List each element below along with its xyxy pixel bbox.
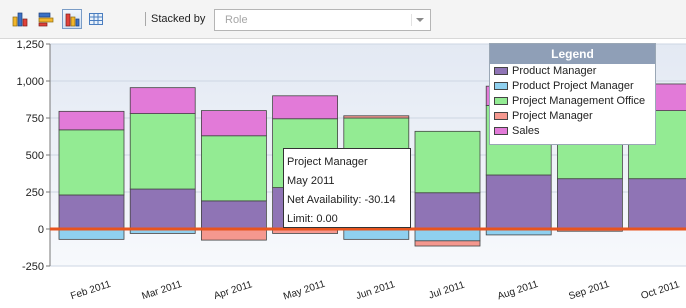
legend-swatch xyxy=(494,127,508,135)
y-tick-label: 250 xyxy=(26,187,44,199)
legend-item: Project Manager xyxy=(490,109,655,124)
legend-item: Project Management Office xyxy=(490,94,655,109)
legend-swatch xyxy=(494,82,508,90)
x-tick-label: Sep 2011 xyxy=(567,279,611,303)
stacked-by-value: Role xyxy=(225,14,248,26)
bar-segment[interactable] xyxy=(58,194,125,230)
stacked-chart-button[interactable] xyxy=(36,9,56,29)
bar-segment[interactable] xyxy=(414,192,481,230)
bar-chart-icon xyxy=(12,12,28,27)
legend-label: Product Project Manager xyxy=(512,80,634,92)
legend-item: Sales xyxy=(490,124,655,139)
bar-segment[interactable] xyxy=(58,129,125,196)
bar-segment[interactable] xyxy=(485,174,552,230)
legend-swatch xyxy=(494,112,508,120)
grouped-chart-icon xyxy=(65,13,80,27)
bar-segment[interactable] xyxy=(129,188,196,230)
bar-segment[interactable] xyxy=(129,87,196,114)
x-tick-label: Jun 2011 xyxy=(355,279,397,302)
legend-title: Legend xyxy=(490,44,655,64)
stacked-chart-icon xyxy=(38,12,54,27)
y-tick-label: 500 xyxy=(26,150,44,162)
tooltip-net-availability: Net Availability: -30.14 xyxy=(287,194,396,206)
tooltip-series: Project Manager xyxy=(287,156,368,168)
y-tick-label: 1,000 xyxy=(16,76,44,88)
tooltip-month: May 2011 xyxy=(287,175,335,187)
bar-segment[interactable] xyxy=(414,130,481,194)
grouped-chart-button[interactable] xyxy=(62,9,82,29)
y-tick-label: 750 xyxy=(26,113,44,125)
bar-segment[interactable] xyxy=(129,113,196,190)
legend-swatch xyxy=(494,67,508,75)
tooltip: Project Manager May 2011 Net Availabilit… xyxy=(283,148,411,228)
legend-swatch xyxy=(494,97,508,105)
x-axis: Feb 2011 Mar 2011 Apr 2011 May 2011 Jun 2011… xyxy=(69,279,681,303)
bar-chart-button[interactable] xyxy=(10,9,30,29)
bar-segment[interactable] xyxy=(343,228,410,240)
legend-label: Project Management Office xyxy=(512,95,646,107)
y-tick-label: 1,250 xyxy=(16,39,44,51)
legend: Legend Product Manager Product Project M… xyxy=(489,43,656,145)
x-tick-label: May 2011 xyxy=(282,279,327,303)
toolbar: Stacked by Role xyxy=(0,0,686,39)
bar-segment[interactable] xyxy=(343,115,410,119)
legend-label: Sales xyxy=(512,125,540,137)
chevron-down-icon[interactable] xyxy=(411,14,427,26)
stacked-by-dropdown[interactable]: Role xyxy=(214,9,431,31)
x-tick-label: Feb 2011 xyxy=(69,279,112,302)
y-axis: -250 0 250 500 750 1,000 1,250 xyxy=(16,39,51,273)
bar-segment[interactable] xyxy=(200,200,267,230)
bar-segment[interactable] xyxy=(58,228,125,240)
bar-segment[interactable] xyxy=(414,240,481,247)
bar-segment[interactable] xyxy=(200,110,267,137)
x-tick-label: Jul 2011 xyxy=(427,280,466,302)
legend-label: Project Manager xyxy=(512,110,593,122)
bar-segment[interactable] xyxy=(628,178,686,230)
x-tick-label: Mar 2011 xyxy=(140,279,183,302)
legend-item: Product Manager xyxy=(490,64,655,79)
bar-segment[interactable] xyxy=(58,110,125,131)
x-tick-label: Aug 2011 xyxy=(496,279,540,303)
y-tick-label: 0 xyxy=(38,224,44,236)
x-tick-label: Apr 2011 xyxy=(212,279,254,302)
toolbar-separator xyxy=(145,12,146,26)
x-tick-label: Oct 2011 xyxy=(640,279,682,302)
bar-segment[interactable] xyxy=(557,178,623,230)
bar-segment[interactable] xyxy=(200,228,267,241)
table-view-button[interactable] xyxy=(86,9,106,29)
legend-item: Product Project Manager xyxy=(490,79,655,94)
bar-segment[interactable] xyxy=(200,135,267,202)
y-tick-label: -250 xyxy=(22,261,44,273)
bar-segment[interactable] xyxy=(272,95,339,120)
tooltip-limit: Limit: 0.00 xyxy=(287,213,338,225)
bar-segment[interactable] xyxy=(414,228,481,242)
legend-label: Product Manager xyxy=(512,65,597,77)
stacked-by-label: Stacked by xyxy=(151,13,206,25)
table-icon xyxy=(89,13,103,25)
